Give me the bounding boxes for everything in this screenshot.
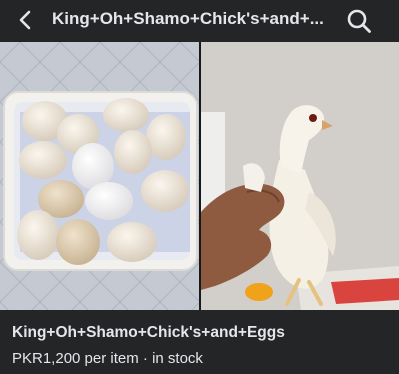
listing-price: PKR1,200 per item: [12, 350, 139, 367]
search-icon: [347, 9, 371, 33]
listing-title[interactable]: King+Oh+Shamo+Chick's+and+Eggs: [12, 324, 392, 342]
search-button[interactable]: [344, 6, 374, 36]
eggs-in-tray-image: [0, 42, 199, 310]
listing-meta: PKR1,200 per item · in stock: [12, 350, 203, 367]
top-bar: King+Oh+Shamo+Chick's+and+...: [0, 0, 399, 40]
listing-availability: in stock: [152, 350, 203, 367]
listing-photos: [0, 42, 399, 310]
chick-in-hand-image: [201, 42, 399, 310]
page-title: King+Oh+Shamo+Chick's+and+...: [52, 9, 324, 28]
meta-separator: ·: [138, 350, 153, 367]
back-chevron-icon: [19, 10, 31, 30]
listing-photo-eggs[interactable]: [0, 42, 199, 310]
back-button[interactable]: [12, 6, 40, 34]
listing-photo-chick[interactable]: [201, 42, 399, 310]
listing-info: King+Oh+Shamo+Chick's+and+Eggs PKR1,200 …: [0, 310, 399, 374]
